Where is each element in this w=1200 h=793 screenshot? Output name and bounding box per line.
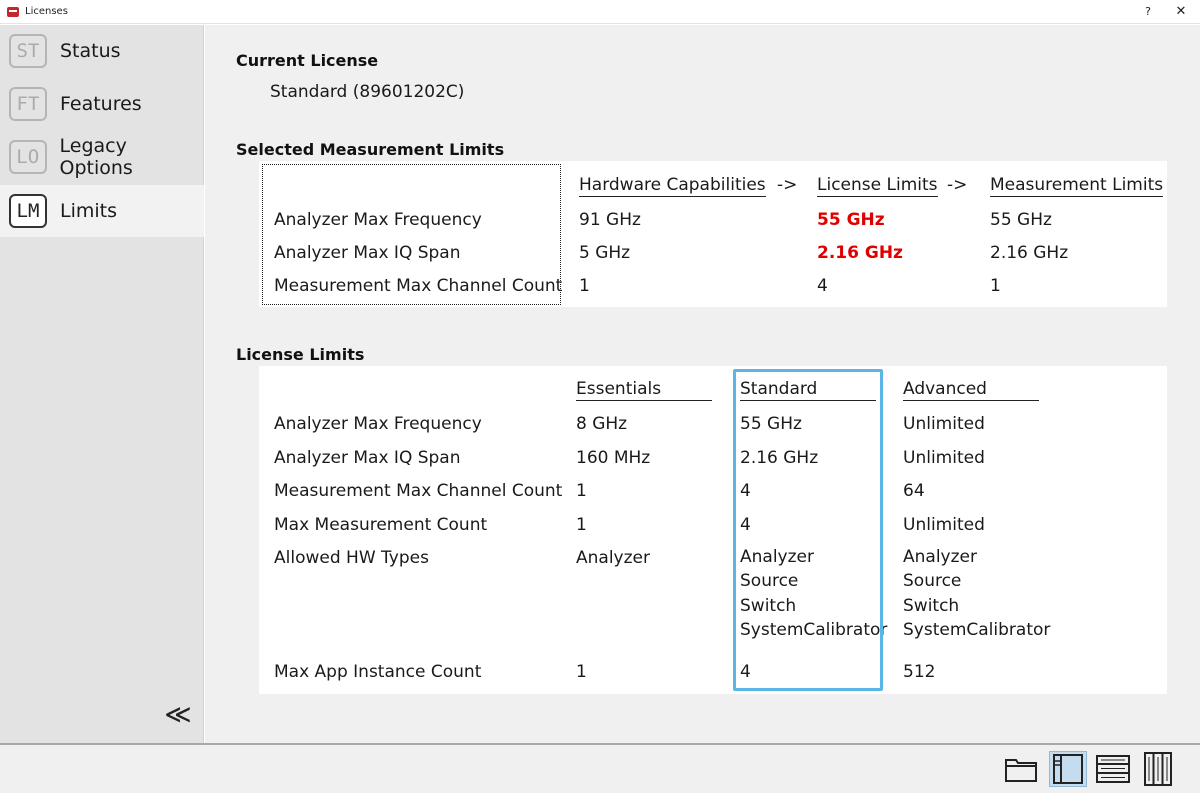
- measurement-value: 1: [990, 276, 1001, 296]
- window-title: Licenses: [25, 6, 68, 17]
- hardware-value: 5 GHz: [579, 243, 631, 263]
- status-icon: ST: [9, 34, 47, 68]
- row-label: Max App Instance Count: [274, 662, 482, 682]
- arrow-glyph: ->: [947, 175, 968, 195]
- bottom-toolbar: [0, 743, 1200, 793]
- sidebar-item-label: Limits: [60, 200, 117, 222]
- sidebar: ST Status FT Features LO Legacy Options …: [0, 25, 204, 743]
- sidebar-item-limits[interactable]: LM Limits: [0, 185, 204, 237]
- advanced-value: 64: [903, 481, 925, 501]
- row-label: Max Measurement Count: [274, 515, 488, 535]
- advanced-value: Unlimited: [903, 515, 985, 535]
- column-header-advanced: Advanced: [903, 379, 1039, 401]
- license-value: 55 GHz: [817, 210, 885, 230]
- window-layout-button[interactable]: [1002, 751, 1040, 787]
- advanced-value: Unlimited: [903, 448, 985, 468]
- current-tier-highlight: [733, 369, 883, 691]
- sidebar-item-status[interactable]: ST Status: [0, 25, 204, 77]
- rows-layout-icon: [1096, 755, 1130, 783]
- essentials-value: 1: [576, 515, 587, 535]
- columns-layout-button[interactable]: [1139, 751, 1177, 787]
- advanced-value: Analyzer Source Switch SystemCalibrator: [903, 547, 1051, 640]
- license-value: 2.16 GHz: [817, 243, 903, 263]
- row-label: Measurement Max Channel Count: [274, 481, 563, 501]
- license-limits-title: License Limits: [236, 345, 365, 364]
- hardware-value: 91 GHz: [579, 210, 641, 230]
- limits-icon: LM: [9, 194, 47, 228]
- sidebar-item-label: Features: [60, 93, 142, 115]
- row-label: Analyzer Max IQ Span: [274, 448, 461, 468]
- collapse-sidebar-icon[interactable]: ≪: [164, 702, 192, 728]
- row-label: Analyzer Max Frequency: [274, 210, 482, 230]
- column-header-license: License Limits: [817, 175, 938, 197]
- window-layout-icon: [1005, 759, 1037, 782]
- hardware-value: 1: [579, 276, 590, 296]
- legacy-options-icon: LO: [9, 140, 47, 174]
- row-label: Measurement Max Channel Count: [274, 276, 563, 296]
- measurement-value: 55 GHz: [990, 210, 1052, 230]
- column-header-hardware: Hardware Capabilities: [579, 175, 766, 197]
- essentials-value: 1: [576, 481, 587, 501]
- row-label: Allowed HW Types: [274, 548, 429, 568]
- app-icon: [7, 6, 19, 17]
- sidebar-item-label: Status: [60, 40, 121, 62]
- essentials-value: 8 GHz: [576, 414, 628, 434]
- sidebar-layout-icon: [1053, 754, 1083, 784]
- row-label: Analyzer Max Frequency: [274, 414, 482, 434]
- sidebar-item-features[interactable]: FT Features: [0, 78, 204, 130]
- help-button[interactable]: ?: [1134, 2, 1162, 22]
- essentials-value: Analyzer: [576, 548, 650, 568]
- main-content: Current License Standard (89601202C) Sel…: [205, 25, 1200, 743]
- sidebar-layout-button[interactable]: [1049, 751, 1087, 787]
- essentials-value: 160 MHz: [576, 448, 651, 468]
- selected-limits-title: Selected Measurement Limits: [236, 140, 505, 159]
- license-value: 4: [817, 276, 828, 296]
- column-header-measurement: Measurement Limits: [990, 175, 1164, 197]
- license-limits-panel: Essentials Standard Advanced Analyzer Ma…: [259, 366, 1167, 694]
- rows-layout-button[interactable]: [1094, 751, 1132, 787]
- column-header-essentials: Essentials: [576, 379, 712, 401]
- features-icon: FT: [9, 87, 47, 121]
- selected-limits-panel: Hardware Capabilities -> License Limits …: [259, 161, 1167, 307]
- sidebar-item-label: Legacy Options: [59, 135, 133, 179]
- columns-layout-icon: [1144, 752, 1172, 786]
- advanced-value: 512: [903, 662, 936, 682]
- sidebar-item-legacy-options[interactable]: LO Legacy Options: [0, 131, 204, 183]
- current-license-value: Standard (89601202C): [270, 82, 465, 102]
- title-bar: Licenses ? ✕: [0, 0, 1200, 24]
- arrow-glyph: ->: [777, 175, 798, 195]
- row-label: Analyzer Max IQ Span: [274, 243, 461, 263]
- advanced-value: Unlimited: [903, 414, 985, 434]
- measurement-value: 2.16 GHz: [990, 243, 1069, 263]
- current-license-title: Current License: [236, 51, 379, 70]
- close-button[interactable]: ✕: [1167, 2, 1195, 22]
- essentials-value: 1: [576, 662, 587, 682]
